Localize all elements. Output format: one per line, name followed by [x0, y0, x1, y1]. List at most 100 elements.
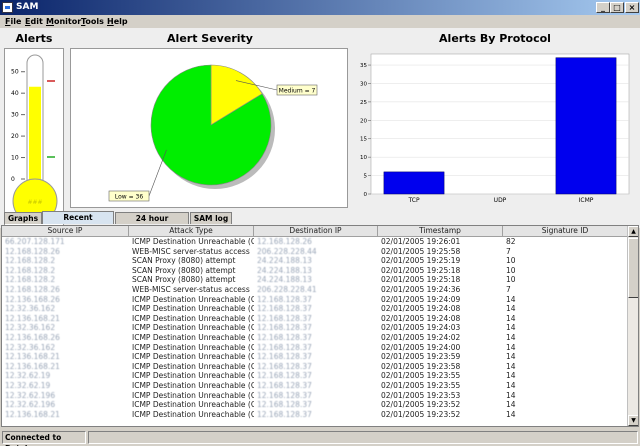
scroll-up-icon[interactable]: ▲	[628, 226, 638, 237]
thermometer-graphic: ### 50 40 30 20 10 0	[11, 54, 58, 224]
status-area	[88, 431, 638, 444]
table-cell: 02/01/2005 19:23:55	[381, 381, 461, 390]
table-header: Source IP Attack Type Destination IP Tim…	[2, 226, 628, 237]
table-cell: 14	[506, 294, 516, 304]
table-row[interactable]: 12.168.128.2 SCAN Proxy (8080) attempt 24.…	[2, 275, 628, 284]
table-cell: 12.168.128.37	[257, 352, 312, 362]
table-row[interactable]: 12.136.168.21 ICMP Destination Unreachabl…	[2, 352, 628, 361]
protocol-title: Alerts By Protocol	[439, 32, 551, 45]
maximize-button[interactable]: □	[610, 2, 624, 13]
pie-label-leader	[148, 149, 167, 197]
table-row[interactable]: 12.168.128.2 SCAN Proxy (8080) attempt 24.…	[2, 266, 628, 275]
table-row[interactable]: 12.136.168.21 ICMP Destination Unreachabl…	[2, 362, 628, 371]
table-cell: 02/01/2005 19:25:19	[381, 256, 461, 266]
table-cell: ICMP Destination Unreachable (C...	[132, 409, 254, 419]
table-cell: 12.32.62.196	[5, 400, 56, 410]
thermo-tick-label: 50	[11, 69, 19, 76]
y-tick-label: 15	[360, 137, 367, 143]
header-attack-type[interactable]: Attack Type	[129, 226, 254, 237]
close-button[interactable]: ×	[625, 2, 639, 13]
table-cell: 12.136.168.21	[5, 361, 60, 371]
thermo-tick-label: 40	[11, 90, 19, 97]
table-row[interactable]: 12.32.36.162 ICMP Destination Unreachable…	[2, 323, 628, 332]
tab-24-hour-summary[interactable]: 24 hour Summary	[115, 212, 189, 234]
table-cell: 02/01/2005 19:23:52	[381, 400, 461, 410]
table-row[interactable]: 12.136.168.26 ICMP Destination Unreachabl…	[2, 333, 628, 342]
tab-graphs[interactable]: Graphs	[4, 212, 42, 224]
table-cell: 12.136.168.21	[5, 352, 60, 362]
header-signature-id[interactable]: Signature ID	[503, 226, 628, 237]
table-cell: 02/01/2005 19:23:53	[381, 390, 461, 400]
window-title: SAM	[16, 2, 39, 12]
header-timestamp[interactable]: Timestamp	[378, 226, 503, 237]
graphs-panel: Alerts Alert Severity Alerts By Protocol…	[0, 28, 640, 230]
table-cell: 12.168.128.2	[5, 275, 56, 285]
minimize-button[interactable]: _	[596, 2, 610, 13]
table-cell: ICMP Destination Unreachable (C...	[132, 333, 254, 342]
table-cell: 7	[506, 285, 511, 294]
table-cell: WEB-MISC server-status access	[132, 285, 250, 294]
status-bar: Connected to Database	[0, 429, 640, 446]
table-row[interactable]: 12.32.36.162 ICMP Destination Unreachable…	[2, 304, 628, 313]
table-cell: 24.224.188.13	[257, 265, 312, 275]
table-cell: 12.168.128.26	[5, 285, 60, 294]
bar-icmp	[555, 57, 617, 195]
table-cell: 14	[506, 313, 516, 323]
tab-recent-attempts[interactable]: Recent Attempts	[42, 211, 114, 233]
scroll-down-icon[interactable]: ▼	[628, 415, 638, 426]
thermo-tick-label: 20	[11, 133, 19, 140]
table-cell: 14	[506, 333, 516, 342]
table-row[interactable]: 12.32.62.196 ICMP Destination Unreachable…	[2, 400, 628, 409]
menu-file[interactable]: File	[5, 16, 21, 27]
table-row[interactable]: 66.207.128.171 ICMP Destination Unreachab…	[2, 237, 628, 246]
table-cell: 206.228.228.41	[257, 285, 317, 294]
table-cell: 12.136.168.26	[5, 294, 60, 304]
y-tick-label: 10	[360, 155, 367, 161]
scroll-thumb[interactable]	[628, 238, 638, 298]
table-cell: 14	[506, 390, 516, 400]
table-cell: 24.224.188.13	[257, 275, 312, 285]
table-cell: WEB-MISC server-status access	[132, 246, 250, 256]
menu-tools[interactable]: Tools	[81, 16, 104, 27]
table-scrollbar[interactable]: ▲ ▼	[627, 226, 638, 426]
table-row[interactable]: 12.32.62.196 ICMP Destination Unreachable…	[2, 391, 628, 400]
table-row[interactable]: 12.136.168.21 ICMP Destination Unreachabl…	[2, 410, 628, 419]
table-cell: 24.224.188.13	[257, 256, 312, 266]
table-cell: 14	[506, 361, 516, 371]
table-cell: 12.168.128.37	[257, 361, 312, 371]
table-row[interactable]: 12.168.128.26 WEB-MISC server-status acce…	[2, 285, 628, 294]
table-row[interactable]: 12.136.168.21 ICMP Destination Unreachabl…	[2, 314, 628, 323]
table-cell: 12.32.62.196	[5, 390, 56, 400]
alerts-thermometer: ### 50 40 30 20 10 0	[4, 48, 64, 230]
table-cell: ICMP Destination Unreachable (C...	[132, 371, 254, 381]
table-cell: ICMP Destination Unreachable (C...	[132, 352, 254, 362]
table-row[interactable]: 12.32.62.19 ICMP Destination Unreachable …	[2, 381, 628, 390]
table-cell: ICMP Destination Unreachable (C...	[132, 361, 254, 371]
table-row[interactable]: 12.32.62.19 ICMP Destination Unreachable …	[2, 371, 628, 380]
header-destination-ip[interactable]: Destination IP	[254, 226, 378, 237]
bulb-label: ###	[27, 199, 42, 206]
table-row[interactable]: 12.168.128.2 SCAN Proxy (8080) attempt 24.…	[2, 256, 628, 265]
menu-monitor[interactable]: Monitor	[46, 16, 81, 27]
table-row[interactable]: 12.32.36.162 ICMP Destination Unreachable…	[2, 343, 628, 352]
severity-title: Alert Severity	[167, 32, 253, 45]
table-row[interactable]: 12.168.128.26 WEB-MISC server-status acce…	[2, 247, 628, 256]
menu-help[interactable]: Help	[107, 16, 128, 27]
table-cell: 12.168.128.37	[257, 381, 312, 390]
y-tick-label: 0	[364, 192, 368, 198]
tab-sam-log[interactable]: SAM log	[190, 212, 232, 224]
table-cell: 14	[506, 409, 516, 419]
table-cell: 12.168.128.37	[257, 342, 312, 352]
menu-edit[interactable]: Edit	[25, 16, 43, 27]
menu-bar: File Edit Monitor Tools Help	[0, 15, 640, 28]
table-row[interactable]: 12.136.168.26 ICMP Destination Unreachabl…	[2, 295, 628, 304]
table-cell: 12.136.168.21	[5, 313, 60, 323]
header-source-ip[interactable]: Source IP	[2, 226, 129, 237]
table-cell: ICMP Destination Unreachable (C...	[132, 342, 254, 352]
table-cell: 12.168.128.37	[257, 333, 312, 342]
table-cell: 82	[506, 237, 516, 246]
table-cell: 12.136.168.26	[5, 333, 60, 342]
table-cell: 12.32.36.162	[5, 342, 56, 352]
table-cell: SCAN Proxy (8080) attempt	[132, 265, 236, 275]
table-cell: 02/01/2005 19:25:18	[381, 275, 461, 285]
